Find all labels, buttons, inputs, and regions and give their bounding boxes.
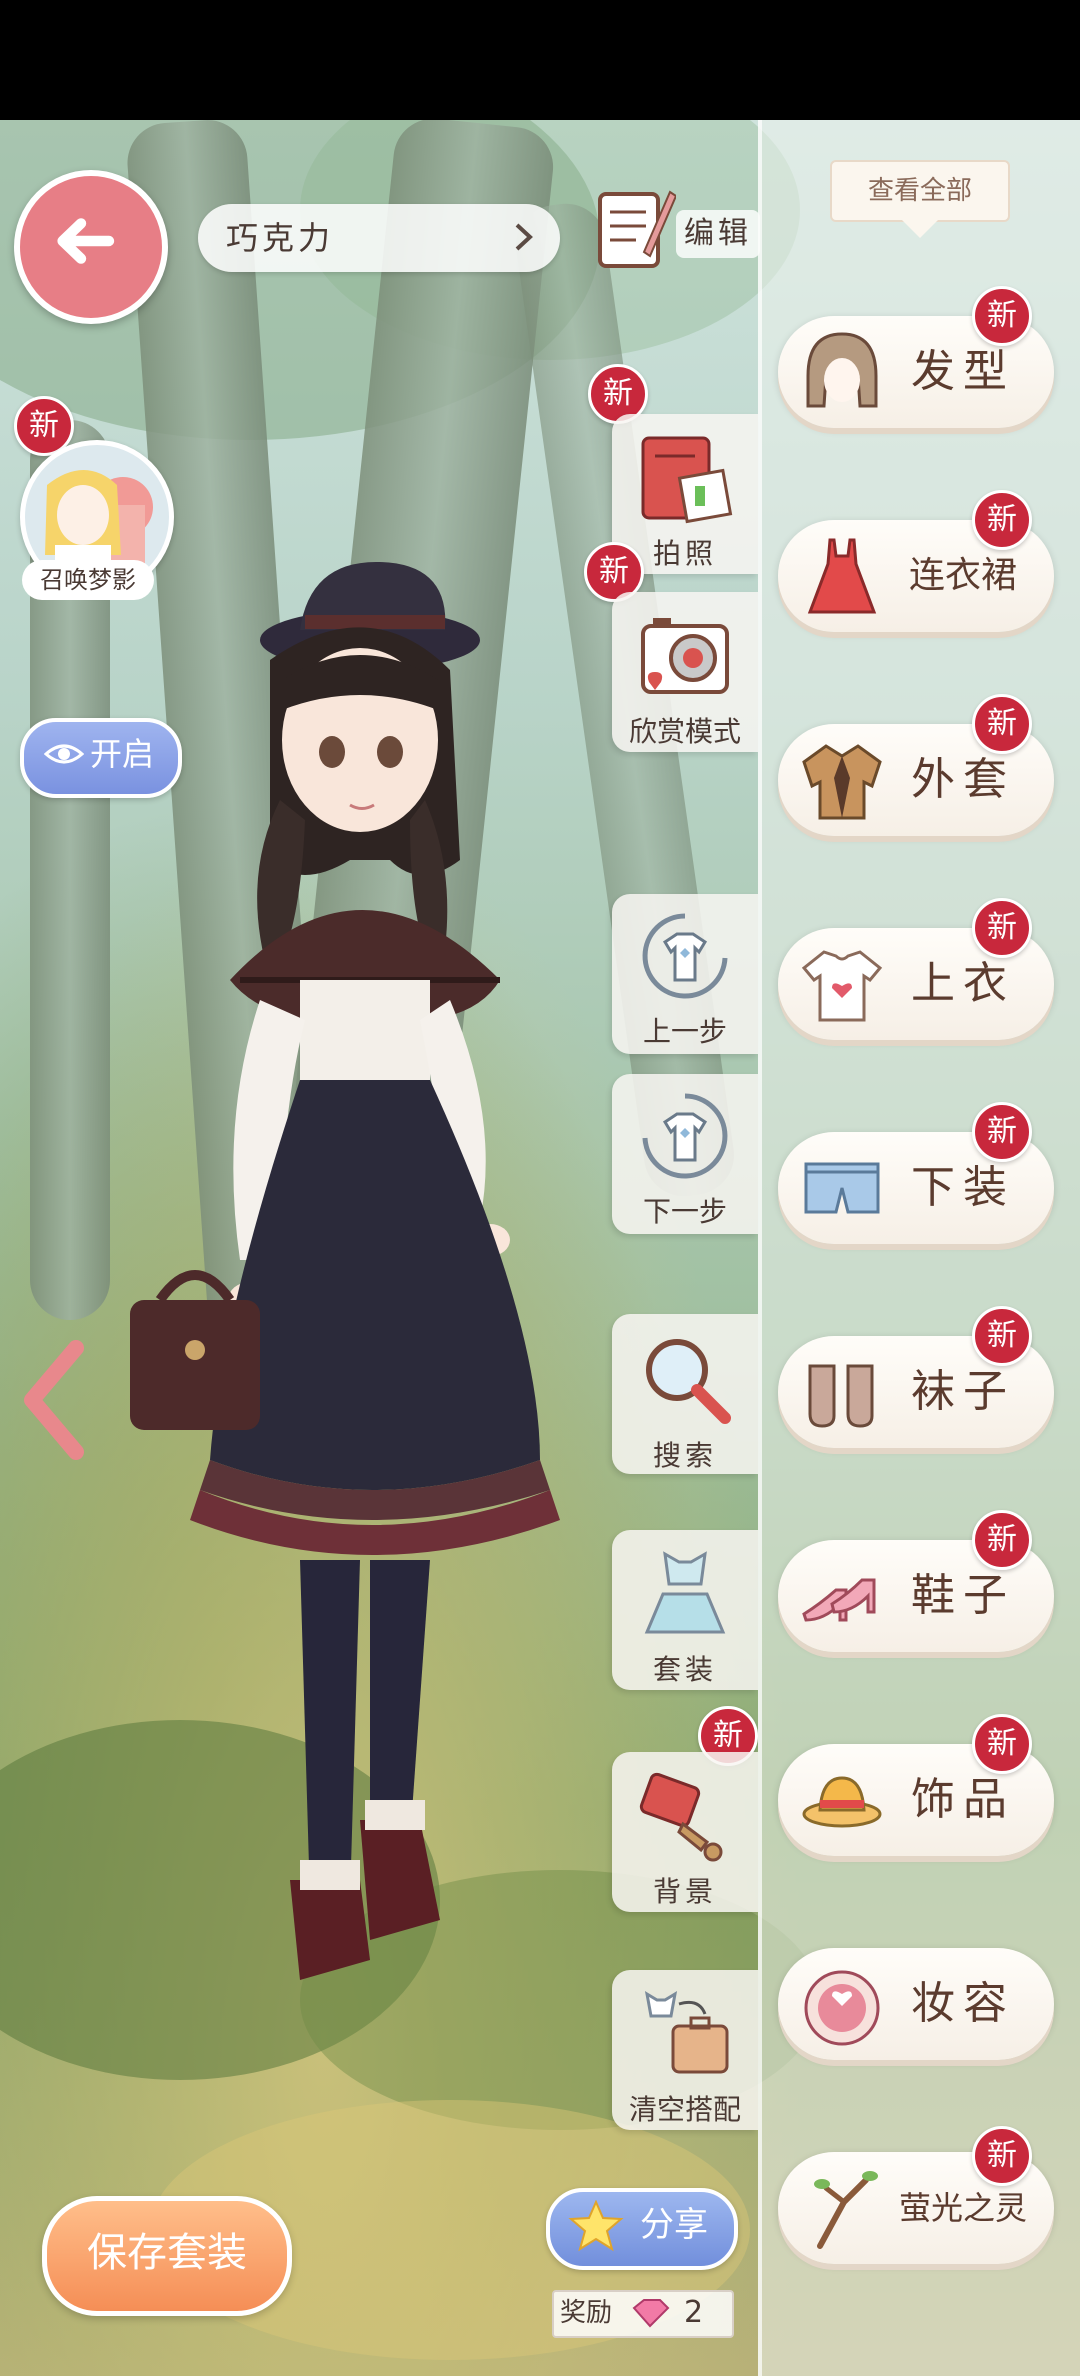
- socks-icon: [808, 1364, 874, 1428]
- new-badge: 新: [972, 1306, 1032, 1366]
- edit-notebook-icon[interactable]: [594, 182, 676, 274]
- redo-button[interactable]: 下一步: [612, 1074, 758, 1234]
- view-all-button[interactable]: 查看全部: [830, 160, 1010, 238]
- open-label: 开启: [90, 735, 155, 773]
- suit-label: 套装: [652, 1653, 717, 1686]
- back-button[interactable]: [14, 170, 168, 324]
- new-badge: 新: [972, 490, 1032, 550]
- status-bar: [0, 0, 1080, 120]
- search-label: 搜索: [652, 1439, 717, 1472]
- new-badge: 新: [972, 1510, 1032, 1570]
- dress-icon: [807, 538, 877, 614]
- branch-icon: [814, 2171, 878, 2249]
- clear-outfit-label: 清空搭配: [628, 2093, 741, 2126]
- edit-label[interactable]: 编辑: [676, 210, 760, 258]
- undo-button[interactable]: 上一步: [612, 894, 758, 1054]
- new-badge: 新: [972, 898, 1032, 958]
- share-button[interactable]: 分享: [546, 2188, 738, 2270]
- new-badge: 新: [972, 694, 1032, 754]
- star-icon: [568, 2200, 624, 2252]
- save-outfit-label: 保存套装: [87, 2230, 247, 2276]
- character-illustration: [130, 561, 560, 1980]
- clear-outfit-button[interactable]: 清空搭配: [612, 1970, 758, 2130]
- redo-label: 下一步: [642, 1195, 727, 1228]
- share-label: 分享: [640, 2205, 708, 2245]
- appreciate-mode-label: 欣赏模式: [628, 715, 741, 748]
- sun-hat-icon: [802, 1776, 882, 1828]
- reward-indicator: 奖励 2: [552, 2290, 734, 2338]
- shorts-icon: [804, 1162, 880, 1214]
- chevron-right-icon: [515, 223, 533, 251]
- hairstyle-icon: [806, 332, 878, 408]
- outfit-name: 巧克力: [226, 219, 335, 257]
- reward-label: 奖励: [560, 2298, 613, 2328]
- blush-compact-icon: [804, 1970, 880, 2046]
- undo-label: 上一步: [642, 1015, 727, 1048]
- high-heels-icon: [802, 1578, 876, 1622]
- redo-shirt-icon: [642, 1093, 728, 1179]
- open-toggle-button[interactable]: 开启: [20, 718, 182, 798]
- suit-button[interactable]: 套装: [612, 1530, 758, 1690]
- undo-shirt-icon: [642, 913, 728, 999]
- camera-icon: [641, 618, 729, 694]
- appreciate-mode-button[interactable]: 欣赏模式: [612, 592, 758, 752]
- save-outfit-button[interactable]: 保存套装: [42, 2196, 292, 2316]
- paint-brush-icon: [639, 1772, 723, 1862]
- category-label: 妆容: [911, 1978, 1015, 2029]
- suit-dress-icon: [644, 1551, 726, 1634]
- shirt-icon: [801, 950, 883, 1022]
- category-makeup[interactable]: 妆容: [778, 1948, 1054, 2060]
- background-label: 背景: [652, 1875, 717, 1908]
- new-badge: 新: [972, 1714, 1032, 1774]
- background-button[interactable]: 背景: [612, 1752, 758, 1912]
- arrow-left-icon: [57, 218, 115, 264]
- summon-label: 召唤梦影: [22, 560, 154, 600]
- coat-icon: [802, 744, 882, 820]
- new-badge: 新: [972, 2126, 1032, 2186]
- outfit-name-selector[interactable]: 巧克力: [198, 204, 560, 272]
- chevron-left-icon[interactable]: [20, 1340, 90, 1460]
- clear-suitcase-icon: [644, 1991, 729, 2074]
- new-badge: 新: [972, 1102, 1032, 1162]
- eye-icon: [44, 744, 84, 764]
- pink-gem-icon: [632, 2299, 670, 2328]
- new-badge: 新: [972, 286, 1032, 346]
- search-button[interactable]: 搜索: [612, 1314, 758, 1474]
- search-icon: [646, 1339, 731, 1424]
- reward-count: 2: [684, 2295, 704, 2330]
- photo-album-icon: [641, 436, 733, 524]
